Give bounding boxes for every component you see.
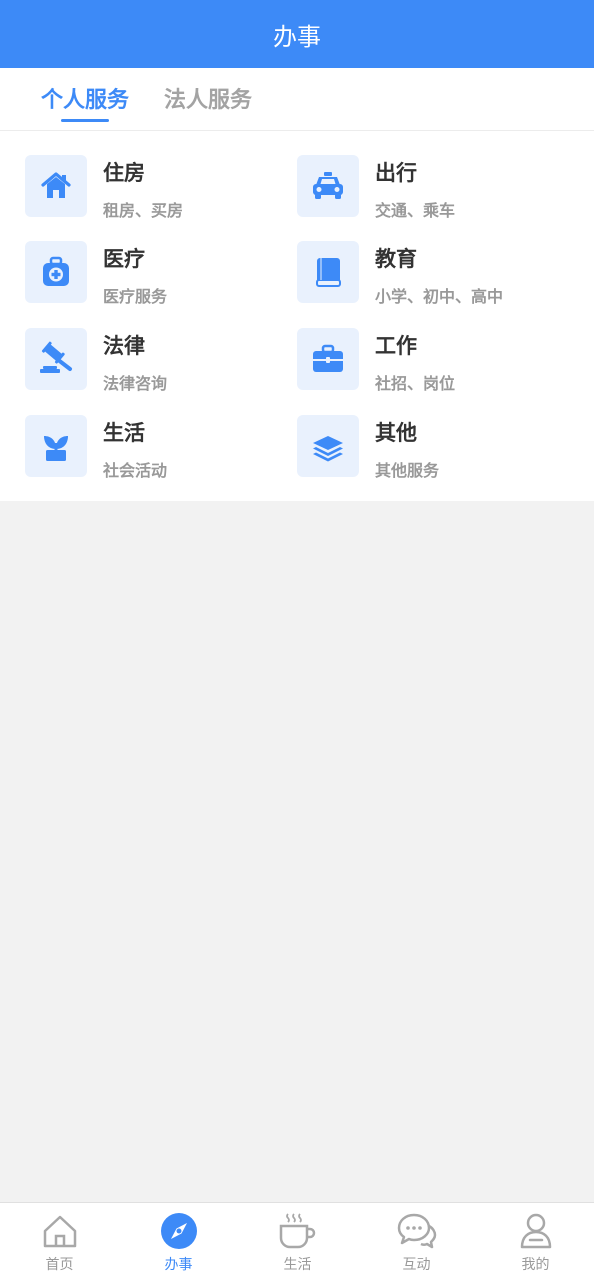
- service-other[interactable]: 其他 其他服务: [297, 415, 567, 481]
- tabbar-label: 首页: [45, 1257, 74, 1273]
- service-title: 生活: [103, 421, 145, 445]
- service-legal[interactable]: 法律 法律咨询: [25, 328, 295, 394]
- service-subtitle: 交通、乘车: [375, 201, 456, 220]
- house-icon: [25, 155, 87, 217]
- tabbar-label: 办事: [164, 1257, 193, 1273]
- compass-icon: [159, 1211, 199, 1251]
- service-subtitle: 医疗服务: [103, 287, 168, 306]
- tabbar-item-interaction[interactable]: 互动: [357, 1203, 476, 1280]
- service-subtitle: 其他服务: [375, 461, 440, 480]
- layers-icon: [297, 415, 359, 477]
- service-travel[interactable]: 出行 交通、乘车: [297, 155, 567, 221]
- page-title: 办事: [273, 22, 321, 51]
- service-subtitle: 小学、初中、高中: [375, 287, 504, 306]
- briefcase-icon: [297, 328, 359, 390]
- coffee-cup-icon: [278, 1211, 318, 1251]
- tabbar-label: 生活: [283, 1257, 312, 1273]
- service-tabs: 个人服务 法人服务: [0, 68, 594, 131]
- service-title: 其他: [375, 421, 417, 445]
- service-subtitle: 法律咨询: [103, 374, 168, 393]
- medical-kit-icon: [25, 241, 87, 303]
- book-icon: [297, 241, 359, 303]
- tab-personal-services[interactable]: 个人服务: [41, 82, 129, 114]
- taxi-icon: [297, 155, 359, 217]
- service-title: 教育: [375, 247, 417, 271]
- tabbar-item-services[interactable]: 办事: [119, 1203, 238, 1280]
- service-work[interactable]: 工作 社招、岗位: [297, 328, 567, 394]
- gavel-icon: [25, 328, 87, 390]
- plant-icon: [25, 415, 87, 477]
- service-title: 工作: [375, 334, 417, 358]
- service-subtitle: 租房、买房: [103, 201, 184, 220]
- tab-corporate-services[interactable]: 法人服务: [164, 82, 252, 114]
- user-icon: [516, 1211, 556, 1251]
- service-housing[interactable]: 住房 租房、买房: [25, 155, 295, 221]
- tabbar-item-life[interactable]: 生活: [238, 1203, 357, 1280]
- tabbar-label: 我的: [521, 1257, 550, 1273]
- tabbar-label: 互动: [402, 1257, 431, 1273]
- chat-bubbles-icon: [397, 1211, 437, 1251]
- service-subtitle: 社会活动: [103, 461, 168, 480]
- app-header: 办事: [0, 0, 594, 68]
- service-title: 法律: [103, 334, 145, 358]
- tabbar-item-profile[interactable]: 我的: [476, 1203, 594, 1280]
- tabbar-item-home[interactable]: 首页: [0, 1203, 119, 1280]
- service-subtitle: 社招、岗位: [375, 374, 456, 393]
- service-life[interactable]: 生活 社会活动: [25, 415, 295, 481]
- service-education[interactable]: 教育 小学、初中、高中: [297, 241, 567, 307]
- service-title: 住房: [103, 161, 145, 185]
- active-tab-indicator: [61, 119, 109, 122]
- bottom-tab-bar: 首页 办事 生活 互动 我的: [0, 1202, 594, 1280]
- service-grid: 住房 租房、买房 出行 交通、乘车 医疗 医疗服务 教育 小学、初中、高中 法律…: [0, 131, 594, 501]
- service-title: 出行: [375, 161, 417, 185]
- service-title: 医疗: [103, 247, 145, 271]
- service-medical[interactable]: 医疗 医疗服务: [25, 241, 295, 307]
- home-outline-icon: [40, 1211, 80, 1251]
